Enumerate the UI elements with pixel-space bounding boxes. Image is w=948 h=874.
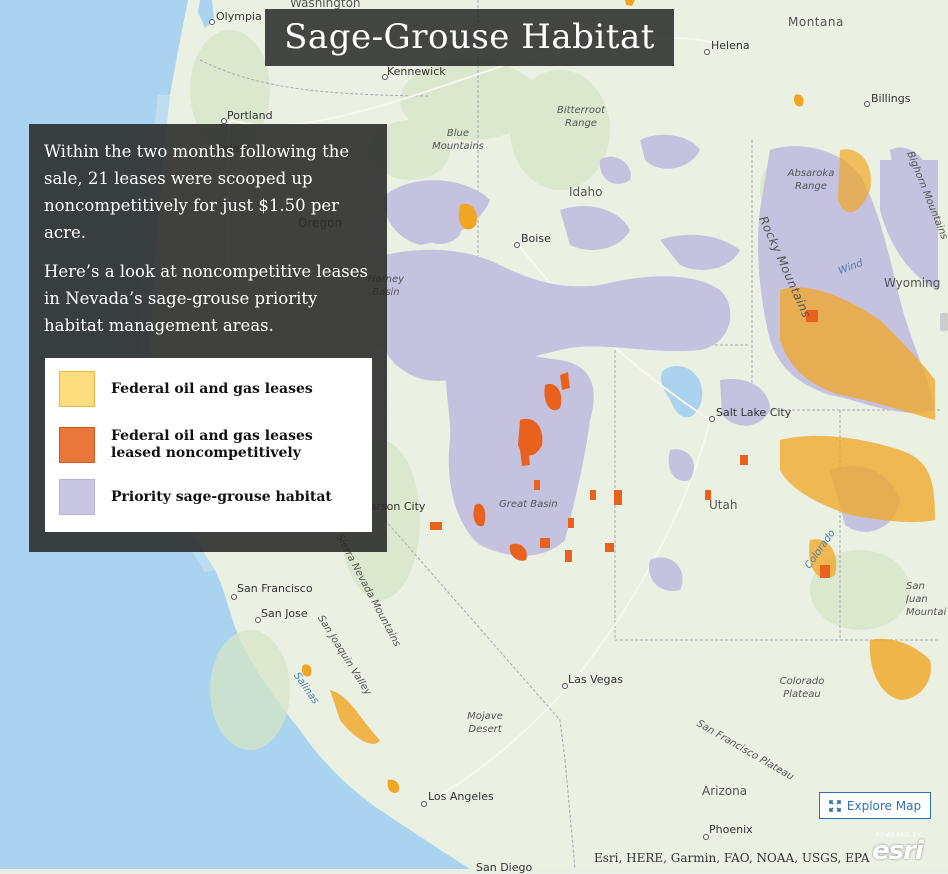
swatch-habitat [59, 479, 95, 515]
swatch-noncompetitive [59, 427, 95, 463]
legend-label-noncompetitive: Federal oil and gas leases leased noncom… [111, 428, 313, 461]
legend-item-noncompetitive: Federal oil and gas leases leased noncom… [59, 427, 361, 463]
map-title: Sage-Grouse Habitat [265, 9, 674, 66]
legend: Federal oil and gas leases Federal oil a… [45, 358, 372, 532]
legend-item-leases: Federal oil and gas leases [59, 371, 313, 407]
swatch-leases [59, 371, 95, 407]
legend-label-leases: Federal oil and gas leases [111, 380, 313, 397]
esri-wordmark: esri [872, 836, 924, 866]
explore-map-label: Explore Map [846, 798, 922, 813]
story-paragraph-2: Here’s a look at noncompetitive leases i… [44, 262, 369, 335]
esri-logo[interactable]: POWERED BY esri [872, 832, 934, 866]
explore-map-button[interactable]: Explore Map [819, 792, 931, 819]
story-paragraph-1: Within the two months following the sale… [44, 142, 350, 242]
legend-label-habitat: Priority sage-grouse habitat [111, 488, 332, 505]
expand-icon [829, 799, 841, 812]
story-panel: Within the two months following the sale… [29, 124, 387, 552]
map-attribution: Esri, HERE, Garmin, FAO, NOAA, USGS, EPA [594, 851, 870, 865]
scroll-handle[interactable] [940, 313, 948, 331]
legend-item-habitat: Priority sage-grouse habitat [59, 479, 332, 515]
